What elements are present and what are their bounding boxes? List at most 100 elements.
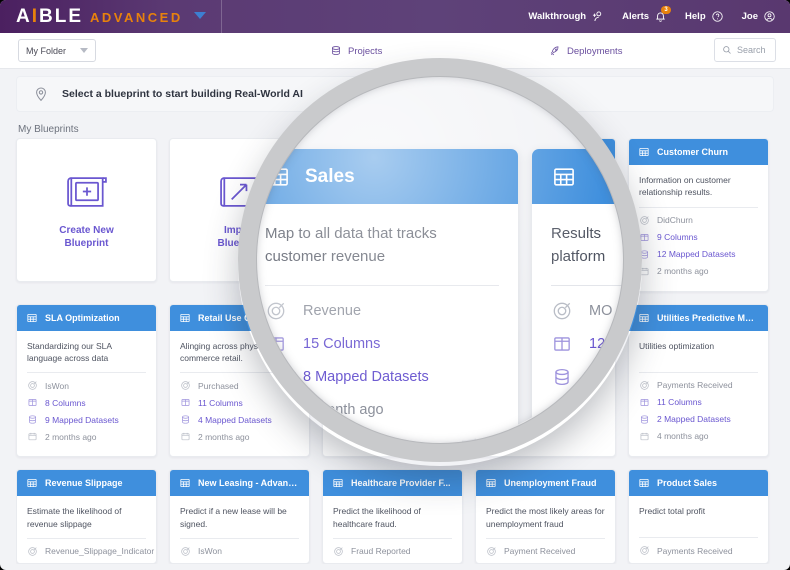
blueprint-card-sales[interactable]: Sales Map to all data that tracks custom… xyxy=(322,138,463,292)
card-description xyxy=(486,340,605,364)
card-meta-datasets[interactable]: 8 Mapped Datasets xyxy=(333,249,452,260)
chevron-down-icon xyxy=(80,48,88,53)
card-meta-updated: 1 month ago xyxy=(486,265,605,276)
nav-help[interactable]: Help xyxy=(685,10,724,23)
blueprint-plus-icon xyxy=(63,170,111,214)
stack-layers-icon xyxy=(330,45,342,57)
tab-deployments[interactable]: Deployments xyxy=(549,45,622,57)
divider xyxy=(639,206,758,208)
card-body: Predict the most likely areas for unempl… xyxy=(476,496,615,564)
card-body: Map to all data that tracks customer rev… xyxy=(323,165,462,291)
card-description: Estimate the likelihood of revenue slipp… xyxy=(27,506,122,529)
card-meta-columns[interactable]: 9 Columns xyxy=(639,232,758,243)
blueprint-card-unemployment-fraud[interactable]: Unemployment Fraud Predict the most like… xyxy=(475,469,616,565)
card-meta-columns[interactable]: 11 Columns xyxy=(180,563,299,564)
card-meta-columns[interactable]: 14 Columns xyxy=(486,563,605,564)
blueprint-card-product-sales[interactable]: Product Sales Predict total profit Payme… xyxy=(628,469,769,565)
create-new-blueprint-card[interactable]: Create New Blueprint xyxy=(16,138,157,282)
nav-walkthrough[interactable]: Walkthrough xyxy=(528,10,604,23)
grid-row: SLA Optimization Standardizing our SLA l… xyxy=(16,303,774,458)
blueprint-card-retail-use-case[interactable]: Retail Use Case Alinging across physical… xyxy=(169,303,310,458)
card-meta-datasets[interactable]: 4 Mapped Datasets xyxy=(180,414,299,425)
card-meta-columns[interactable]: 11 Columns xyxy=(639,562,758,564)
nav-alerts[interactable]: Alerts 3 xyxy=(622,6,672,23)
card-datasets-label: 12 Mapped Datasets xyxy=(657,249,736,260)
card-columns-label: 11 Columns xyxy=(198,563,243,564)
folder-select[interactable]: My Folder xyxy=(18,39,96,62)
columns-icon xyxy=(180,397,191,408)
card-header: SLA Optimization xyxy=(17,304,156,331)
calendar-icon xyxy=(333,266,344,277)
blueprint-card-sla-optimization[interactable]: SLA Optimization Standardizing our SLA l… xyxy=(16,303,157,458)
card-meta-target: MO xyxy=(486,214,605,225)
card-meta-columns[interactable]: 8 Columns xyxy=(27,563,146,564)
card-body: Estimate the likelihood of revenue slipp… xyxy=(17,496,156,564)
card-meta-columns[interactable]: 8 Columns xyxy=(27,397,146,408)
tab-projects[interactable]: Projects xyxy=(330,45,382,57)
card-title: Sales xyxy=(351,147,375,157)
card-updated-label: 2 months ago xyxy=(657,266,709,277)
card-meta-columns[interactable]: 12 Columns xyxy=(486,231,605,242)
blueprint-card-healthcare-provider-fraud[interactable]: Healthcare Provider F... Predict the lik… xyxy=(322,469,463,565)
card-meta-target: IsWon xyxy=(27,380,146,391)
spreadsheet-icon xyxy=(332,146,344,158)
card-columns-label: 15 Columns xyxy=(351,232,397,243)
chevron-down-icon[interactable] xyxy=(193,11,206,19)
card-meta-target: Payment Received xyxy=(486,546,605,557)
divider xyxy=(333,206,452,208)
card-body: Utilities optimization Payments Received… xyxy=(629,331,768,456)
card-meta-datasets[interactable]: 4 Mapped Datasets xyxy=(486,248,605,259)
card-title: Utilities Predictive Mai... xyxy=(657,312,759,323)
card-meta-datasets[interactable]: 12 Mapped Datasets xyxy=(639,249,758,260)
columns-icon xyxy=(27,397,38,408)
card-target-label: DidChurn xyxy=(657,215,693,226)
card-header: Product Sales xyxy=(629,470,768,497)
create-new-blueprint-label: Create New Blueprint xyxy=(59,224,114,250)
blueprint-card-customer-churn[interactable]: Customer Churn Information on customer r… xyxy=(628,138,769,292)
card-description: Alinging across physical and e-commerce … xyxy=(180,340,298,363)
card-meta-columns[interactable]: 11 Columns xyxy=(180,397,299,408)
card-meta-target: Revenue_Slippage_Indicator xyxy=(27,546,154,557)
card-meta-datasets[interactable]: 9 Mapped Datasets xyxy=(27,414,146,425)
import-blueprint-card[interactable]: Import Blueprint xyxy=(169,138,310,282)
blueprint-card-placeholder-a[interactable] xyxy=(322,303,463,458)
nav-user[interactable]: Joe xyxy=(742,10,776,23)
card-body: Predict if a new lease will be signed. I… xyxy=(170,496,309,564)
spreadsheet-icon xyxy=(26,312,38,324)
card-description: Predict the likelihood of healthcare fra… xyxy=(333,506,421,529)
card-columns-label: 12 Columns xyxy=(504,231,550,242)
spreadsheet-icon xyxy=(332,477,344,489)
spreadsheet-icon xyxy=(485,477,497,489)
database-icon xyxy=(333,249,344,260)
card-columns-label: 11 Columns xyxy=(198,397,243,408)
card-meta-columns[interactable]: 11 Columns xyxy=(639,397,758,408)
card-title: Healthcare Provider F... xyxy=(351,478,451,489)
blueprint-card-revenue-slippage[interactable]: Revenue Slippage Estimate the likelihood… xyxy=(16,469,157,565)
logo-text: AIBLE xyxy=(16,5,84,27)
columns-icon xyxy=(27,563,38,564)
search-input[interactable]: Search xyxy=(714,38,776,62)
nav-help-label: Help xyxy=(685,11,706,22)
blueprint-card-placeholder-b[interactable] xyxy=(475,303,616,458)
target-icon xyxy=(639,380,650,391)
target-icon xyxy=(27,546,38,557)
card-description: Predict total profit xyxy=(639,506,706,517)
card-meta-columns[interactable]: 24 Columns xyxy=(333,563,452,564)
card-target-label: Fraud Reported xyxy=(351,546,411,557)
card-body: Predict the likelihood of healthcare fra… xyxy=(323,496,462,564)
divider xyxy=(486,537,605,539)
tab-deployments-label: Deployments xyxy=(567,45,623,57)
aible-app-window: AIBLE ADVANCED Walkthrough Alerts 3 Help… xyxy=(0,0,790,570)
blueprint-import-icon xyxy=(216,170,264,214)
card-meta-columns[interactable]: 15 Columns xyxy=(333,232,452,243)
nav-user-label: Joe xyxy=(741,11,758,22)
blueprint-card-utilities-predictive[interactable]: Utilities Predictive Mai... Utilities op… xyxy=(628,303,769,458)
database-icon xyxy=(180,414,191,425)
bell-icon: 3 xyxy=(654,6,672,23)
blueprint-card-new-leasing-advanced[interactable]: New Leasing - Advanced Predict if a new … xyxy=(169,469,310,565)
card-description: Utilities optimization xyxy=(639,340,715,351)
aible-logo[interactable]: AIBLE ADVANCED xyxy=(0,6,206,28)
card-meta-updated: 2 months ago xyxy=(27,431,146,442)
card-meta-datasets[interactable]: 2 Mapped Datasets xyxy=(639,414,758,425)
blueprint-card-results[interactable]: Results Results platform MO 12 Columns 4… xyxy=(475,138,616,292)
